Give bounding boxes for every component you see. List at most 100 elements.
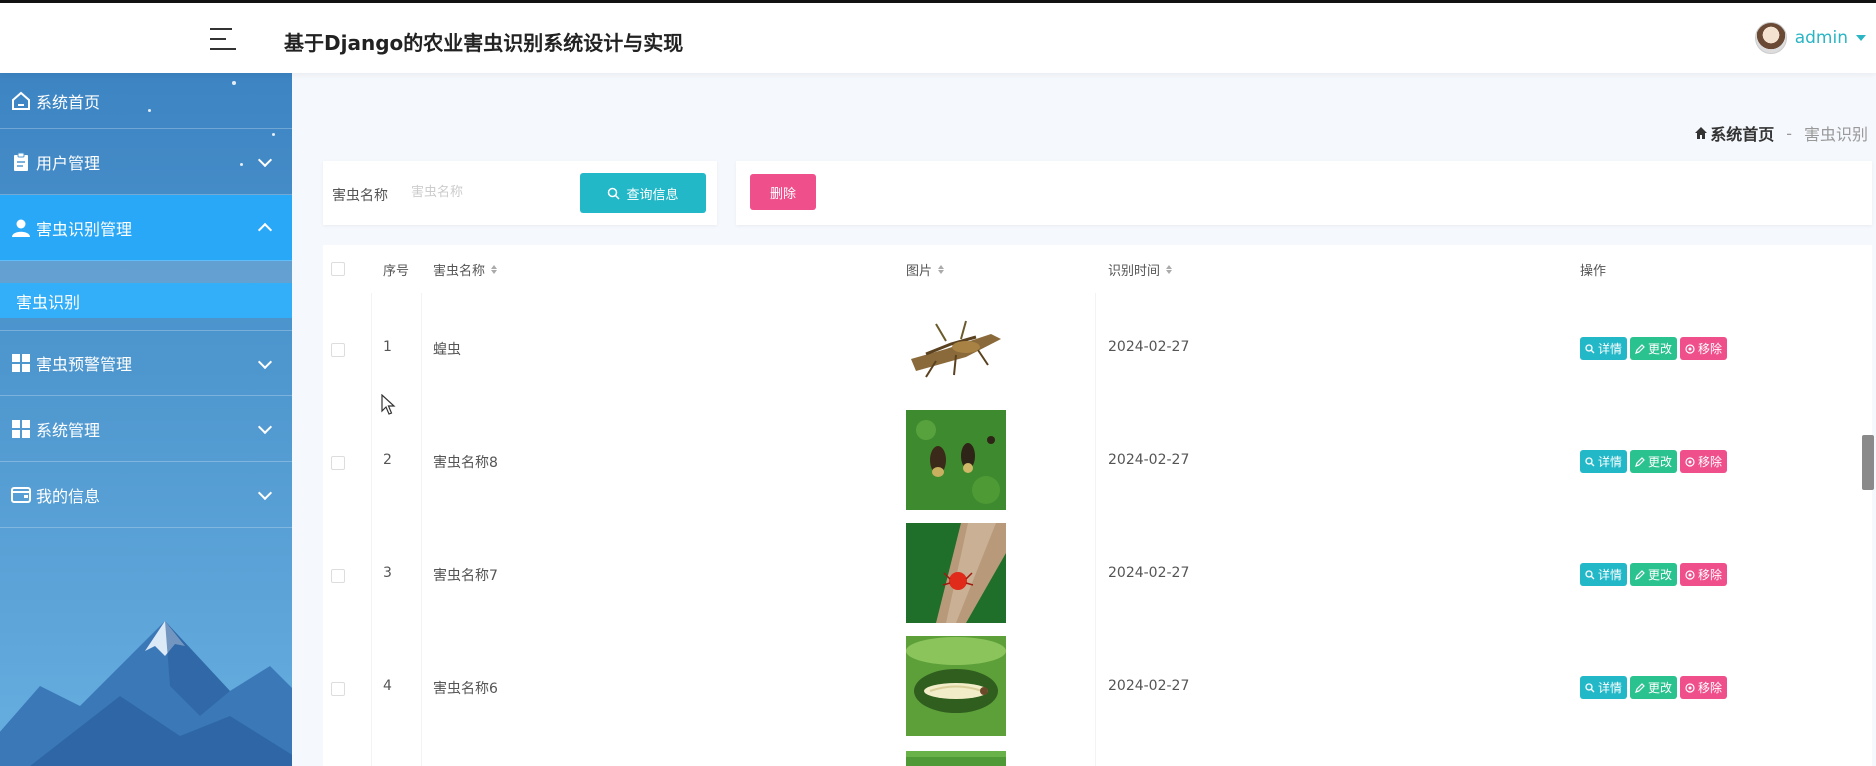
remove-label: 移除 <box>1698 568 1723 582</box>
breadcrumb-home-label[interactable]: 系统首页 <box>1710 121 1774 145</box>
edit-button[interactable]: 更改 <box>1630 563 1678 586</box>
row-index: 1 <box>383 339 392 355</box>
remove-icon <box>1685 343 1695 354</box>
row-actions: 详情 更改 移除 <box>1580 676 1728 699</box>
select-all-checkbox[interactable] <box>331 262 345 276</box>
search-icon <box>1585 569 1595 579</box>
search-panel: 害虫名称 查询信息 <box>323 161 717 225</box>
row-time: 2024-02-27 <box>1108 565 1190 581</box>
wallet-icon <box>10 484 32 506</box>
sidebar-item-home[interactable]: 系统首页 <box>0 73 292 129</box>
search-button[interactable]: 查询信息 <box>580 173 706 213</box>
pest-image-larva[interactable] <box>906 636 1006 736</box>
remove-button[interactable]: 移除 <box>1680 676 1728 699</box>
row-index: 3 <box>383 565 392 581</box>
pencil-icon <box>1635 343 1645 354</box>
row-checkbox[interactable] <box>331 569 345 583</box>
detail-button[interactable]: 详情 <box>1580 450 1628 473</box>
detail-button[interactable]: 详情 <box>1580 676 1628 699</box>
breadcrumb-home[interactable]: 系统首页 <box>1694 121 1774 145</box>
pest-image-mite[interactable] <box>906 523 1006 623</box>
sidebar-item-label: 用户管理 <box>36 153 101 173</box>
row-name: 害虫名称6 <box>433 681 498 697</box>
table-row: 3 害虫名称7 2024-02-27 详情 更改 移除 <box>323 519 1872 632</box>
user-menu[interactable]: admin <box>1754 22 1866 54</box>
edit-button[interactable]: 更改 <box>1630 450 1678 473</box>
row-checkbox[interactable] <box>331 682 345 696</box>
breadcrumb-separator: - <box>1786 123 1792 143</box>
search-icon <box>1585 682 1595 692</box>
row-checkbox[interactable] <box>331 456 345 470</box>
menu-toggle-icon[interactable] <box>210 28 238 52</box>
table-row: 1 蝗虫 2024-02-27 详情 更改 移除 <box>323 293 1872 406</box>
remove-button[interactable]: 移除 <box>1680 450 1728 473</box>
header-name-label: 害虫名称 <box>433 264 486 279</box>
table-row: 2 害虫名称8 2024-02-27 详情 更改 移除 <box>323 406 1872 519</box>
sidebar-item-label: 害虫预警管理 <box>36 355 133 374</box>
sidebar-item-label: 害虫识别管理 <box>36 219 133 239</box>
submenu-gap <box>0 261 292 283</box>
user-icon <box>10 217 32 239</box>
mountain-illustration <box>0 621 292 766</box>
row-actions: 详情 更改 移除 <box>1580 450 1728 473</box>
app-title: 基于Django的农业害虫识别系统设计与实现 <box>284 31 684 55</box>
sidebar-item-label: 系统首页 <box>36 92 101 112</box>
remove-button[interactable]: 移除 <box>1680 563 1728 586</box>
row-name: 害虫名称8 <box>433 455 498 471</box>
clipboard-icon <box>10 151 32 173</box>
remove-label: 移除 <box>1698 681 1723 695</box>
header-time-label: 识别时间 <box>1108 264 1161 279</box>
detail-button[interactable]: 详情 <box>1580 337 1628 360</box>
search-input[interactable] <box>403 175 573 209</box>
sidebar-subitem-pest-recognition[interactable]: 害虫识别 <box>0 283 292 318</box>
row-checkbox[interactable] <box>331 343 345 357</box>
pencil-icon <box>1635 456 1645 467</box>
edit-button[interactable]: 更改 <box>1630 337 1678 360</box>
header-index: 序号 <box>383 264 410 279</box>
home-icon <box>10 90 32 112</box>
caret-down-icon[interactable] <box>1856 35 1866 41</box>
row-index: 2 <box>383 452 392 468</box>
delete-button[interactable]: 删除 <box>750 174 816 210</box>
sort-icon[interactable] <box>491 265 498 274</box>
sidebar-item-users[interactable]: 用户管理 <box>0 129 292 195</box>
user-name[interactable]: admin <box>1795 28 1848 48</box>
sort-icon[interactable] <box>1166 265 1173 274</box>
table-header: 序号 害虫名称 图片 识别时间 操作 <box>323 245 1872 293</box>
breadcrumb: 系统首页 - 害虫识别 <box>1694 121 1868 145</box>
edit-button[interactable]: 更改 <box>1630 676 1678 699</box>
search-label: 害虫名称 <box>332 188 388 204</box>
pest-image-partial[interactable] <box>906 751 1006 766</box>
sidebar-item-pest-warning[interactable]: 害虫预警管理 <box>0 330 292 396</box>
pest-image-locust[interactable] <box>906 299 1006 399</box>
detail-button[interactable]: 详情 <box>1580 563 1628 586</box>
row-time: 2024-02-27 <box>1108 678 1190 694</box>
row-name: 害虫名称7 <box>433 568 498 584</box>
avatar[interactable] <box>1754 22 1787 54</box>
header-ops: 操作 <box>1580 264 1607 279</box>
remove-button[interactable]: 移除 <box>1680 337 1728 360</box>
edit-label: 更改 <box>1648 455 1673 469</box>
pest-table: 序号 害虫名称 图片 识别时间 操作 1 蝗虫 2024-02-27 详情 更改… <box>323 245 1872 766</box>
sidebar-item-system[interactable]: 系统管理 <box>0 396 292 462</box>
row-time: 2024-02-27 <box>1108 452 1190 468</box>
grid-icon <box>10 352 32 374</box>
header-time[interactable]: 识别时间 <box>1108 260 1173 279</box>
row-name: 蝗虫 <box>433 342 461 358</box>
remove-icon <box>1685 682 1695 693</box>
row-actions: 详情 更改 移除 <box>1580 563 1728 586</box>
header-name[interactable]: 害虫名称 <box>433 260 498 279</box>
sidebar-item-label: 我的信息 <box>36 486 101 506</box>
chevron-down-icon <box>257 354 273 370</box>
sidebar-item-pest-recognition[interactable]: 害虫识别管理 <box>0 195 292 261</box>
sort-icon[interactable] <box>938 265 945 274</box>
home-icon <box>1695 127 1708 139</box>
edit-label: 更改 <box>1648 342 1673 356</box>
row-time: 2024-02-27 <box>1108 339 1190 355</box>
scrollbar-thumb[interactable] <box>1862 435 1874 490</box>
sidebar-item-my-info[interactable]: 我的信息 <box>0 462 292 528</box>
pest-image-beetles[interactable] <box>906 410 1006 510</box>
chevron-down-icon <box>257 419 273 435</box>
top-header: 基于Django的农业害虫识别系统设计与实现 admin <box>0 0 1876 73</box>
header-image[interactable]: 图片 <box>906 260 945 279</box>
